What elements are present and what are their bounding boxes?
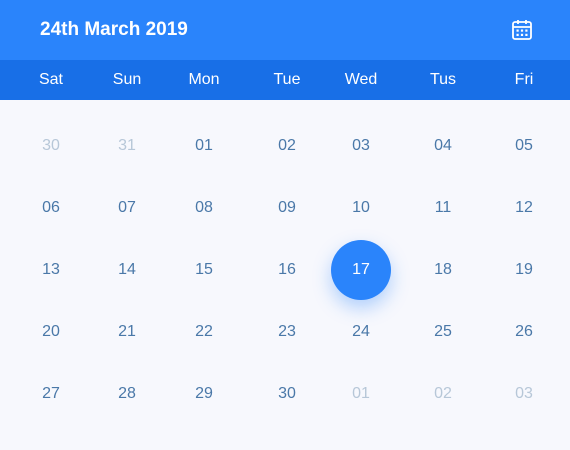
- day-cell-outside-month[interactable]: 02: [413, 364, 473, 424]
- day-cell[interactable]: 18: [413, 240, 473, 300]
- day-cell-selected[interactable]: 17: [331, 240, 391, 300]
- day-cell[interactable]: 02: [257, 116, 317, 176]
- calendar-header: 24th March 2019: [0, 0, 570, 60]
- day-cell[interactable]: 24: [331, 302, 391, 362]
- day-cell[interactable]: 29: [174, 364, 234, 424]
- weekday-label-sat: Sat: [38, 71, 63, 88]
- day-cell[interactable]: 21: [97, 302, 157, 362]
- weekday-label-mon: Mon: [188, 71, 220, 88]
- day-cell[interactable]: 11: [413, 178, 473, 238]
- day-cell-outside-month[interactable]: 30: [21, 116, 81, 176]
- day-cell[interactable]: 20: [21, 302, 81, 362]
- weekday-label-fri: Fri: [514, 71, 534, 88]
- calendar-grid: 30 31 01 02 03 04 05 06 07 08 09 10 11 12 13 14 15 16 17 18…: [0, 100, 570, 450]
- day-cell[interactable]: 22: [174, 302, 234, 362]
- day-cell[interactable]: 19: [494, 240, 554, 300]
- day-cell[interactable]: 01: [174, 116, 234, 176]
- day-cell[interactable]: 03: [331, 116, 391, 176]
- day-cell[interactable]: 10: [331, 178, 391, 238]
- weekday-label-sun: Sun: [112, 71, 142, 88]
- day-cell[interactable]: 07: [97, 178, 157, 238]
- weekday-header-row: Sat Sun Mon Tue Wed Tus Fri: [0, 60, 570, 100]
- day-cell[interactable]: 12: [494, 178, 554, 238]
- day-cell[interactable]: 08: [174, 178, 234, 238]
- weekday-label-tus: Tus: [429, 71, 457, 88]
- day-cell[interactable]: 27: [21, 364, 81, 424]
- day-cell[interactable]: 25: [413, 302, 473, 362]
- day-cell[interactable]: 30: [257, 364, 317, 424]
- day-cell[interactable]: 26: [494, 302, 554, 362]
- weekday-label-wed: Wed: [344, 71, 378, 88]
- day-cell[interactable]: 13: [21, 240, 81, 300]
- day-cell[interactable]: 23: [257, 302, 317, 362]
- day-cell-outside-month[interactable]: 01: [331, 364, 391, 424]
- day-cell[interactable]: 06: [21, 178, 81, 238]
- weekday-label-tue: Tue: [273, 71, 301, 88]
- day-cell[interactable]: 28: [97, 364, 157, 424]
- day-cell[interactable]: 15: [174, 240, 234, 300]
- day-cell[interactable]: 14: [97, 240, 157, 300]
- day-cell[interactable]: 05: [494, 116, 554, 176]
- day-cell[interactable]: 09: [257, 178, 317, 238]
- day-cell[interactable]: 04: [413, 116, 473, 176]
- selected-date-title: 24th March 2019: [40, 19, 188, 40]
- day-cell[interactable]: 16: [257, 240, 317, 300]
- calendar-icon[interactable]: [511, 19, 533, 41]
- day-cell-outside-month[interactable]: 31: [97, 116, 157, 176]
- day-cell-outside-month[interactable]: 03: [494, 364, 554, 424]
